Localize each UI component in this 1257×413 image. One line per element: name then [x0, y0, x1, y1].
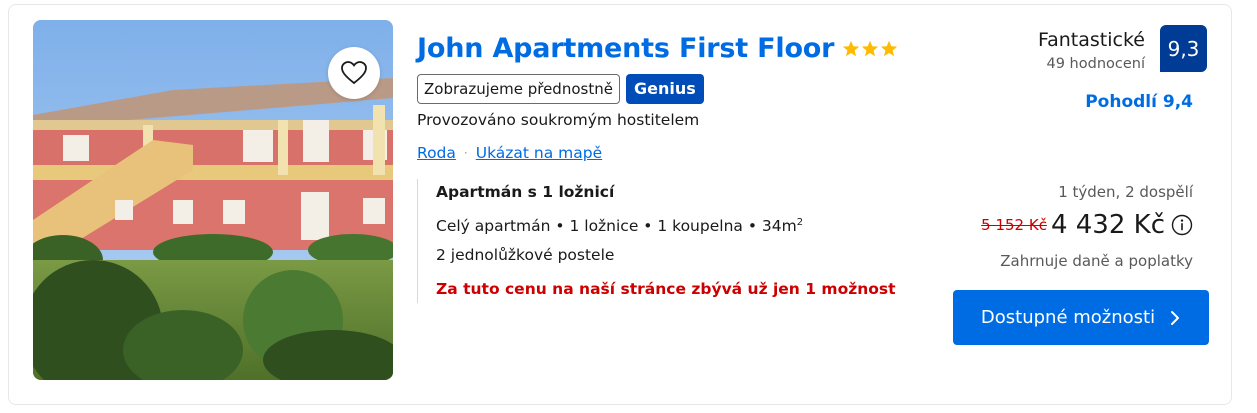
location-links: Roda · Ukázat na mapě — [417, 144, 602, 162]
review-score-badge[interactable]: 9,3 — [1160, 25, 1207, 72]
room-specs: Celý apartmán • 1 ložnice • 1 koupelna •… — [436, 217, 803, 235]
title-row: John Apartments First Floor — [417, 33, 898, 64]
favorite-button[interactable] — [328, 47, 380, 99]
chevron-right-icon — [1171, 310, 1180, 325]
property-card: John Apartments First Floor Zobrazujeme … — [8, 4, 1232, 405]
preferred-badge[interactable]: Zobrazujeme přednostně — [417, 74, 620, 104]
current-price: 4 432 Kč — [1050, 210, 1165, 240]
room-details: Apartmán s 1 ložnicí Celý apartmán • 1 l… — [417, 179, 917, 303]
stay-info: 1 týden, 2 dospělí — [1058, 183, 1193, 201]
see-availability-label: Dostupné možnosti — [980, 307, 1156, 328]
room-title: Apartmán s 1 ložnicí — [436, 183, 615, 201]
see-availability-button[interactable]: Dostupné možnosti — [953, 290, 1209, 345]
separator-dot: · — [463, 146, 468, 160]
genius-badge[interactable]: Genius — [625, 74, 704, 104]
availability-urgency: Za tuto cenu na naší stránce zbývá už je… — [436, 280, 896, 298]
star-icon — [843, 40, 860, 56]
price-row: 5 152 Kč 4 432 Kč — [981, 210, 1193, 240]
property-photo[interactable] — [33, 20, 393, 380]
room-specs-unit-sup: 2 — [796, 217, 804, 228]
badge-row: Zobrazujeme přednostně Genius — [417, 74, 704, 104]
review-count[interactable]: 49 hodnocení — [1047, 56, 1146, 72]
rating-label[interactable]: Fantastické — [1038, 29, 1145, 51]
host-text: Provozováno soukromým hostitelem — [417, 111, 700, 129]
location-link[interactable]: Roda — [417, 144, 456, 162]
heart-icon — [341, 61, 367, 85]
star-icon — [881, 40, 898, 56]
room-specs-text: Celý apartmán • 1 ložnice • 1 koupelna •… — [436, 217, 797, 236]
original-price: 5 152 Kč — [981, 216, 1047, 234]
property-title-link[interactable]: John Apartments First Floor — [417, 33, 834, 64]
comfort-score: Pohodlí 9,4 — [1085, 92, 1193, 112]
info-icon-glyph — [1171, 214, 1193, 236]
room-beds: 2 jednolůžkové postele — [436, 246, 615, 264]
taxes-note: Zahrnuje daně a poplatky — [1000, 252, 1193, 270]
info-icon[interactable] — [1171, 214, 1193, 236]
star-icon — [862, 40, 879, 56]
star-rating — [842, 40, 898, 58]
show-on-map-link[interactable]: Ukázat na mapě — [476, 144, 602, 162]
